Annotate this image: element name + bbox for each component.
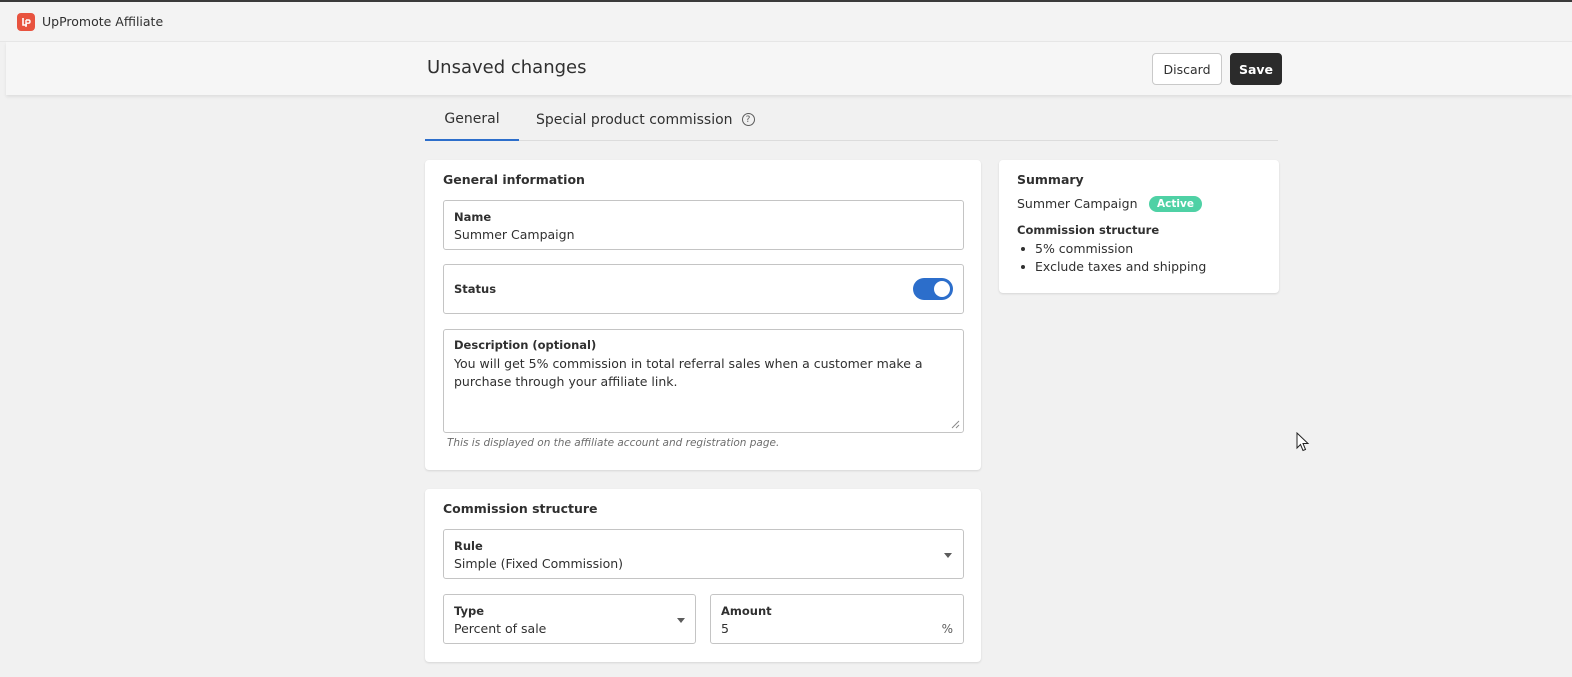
type-select[interactable]: Type Percent of sale: [443, 594, 696, 644]
app-header: UpPromote Affiliate: [0, 2, 1572, 42]
general-information-title: General information: [443, 172, 585, 187]
tab-special-product-commission[interactable]: Special product commission ?: [536, 98, 755, 141]
rule-value: Simple (Fixed Commission): [454, 556, 624, 571]
status-toggle[interactable]: [913, 278, 953, 300]
amount-field[interactable]: Amount 5 %: [710, 594, 964, 644]
description-help-text: This is displayed on the affiliate accou…: [447, 437, 780, 449]
app-name: UpPromote Affiliate: [42, 14, 164, 29]
unsaved-changes-title: Unsaved changes: [427, 57, 587, 78]
type-value: Percent of sale: [454, 621, 547, 636]
status-badge: Active: [1149, 196, 1202, 212]
description-field[interactable]: Description (optional) You will get 5% c…: [443, 329, 964, 433]
resize-handle-icon[interactable]: [950, 419, 960, 429]
description-label: Description (optional): [454, 338, 597, 352]
summary-campaign-name: Summer Campaign: [1017, 196, 1138, 211]
summary-title: Summary: [1017, 172, 1084, 187]
contextual-save-bar: Unsaved changes Discard Save: [6, 42, 1572, 95]
discard-button[interactable]: Discard: [1152, 53, 1222, 85]
amount-input[interactable]: 5: [721, 621, 729, 636]
list-item: Exclude taxes and shipping: [1017, 258, 1206, 276]
summary-list: 5% commission Exclude taxes and shipping: [1017, 240, 1206, 276]
rule-label: Rule: [454, 539, 483, 553]
commission-structure-card: Commission structure Rule Simple (Fixed …: [425, 489, 981, 662]
list-item: 5% commission: [1017, 240, 1206, 258]
rule-select[interactable]: Rule Simple (Fixed Commission): [443, 529, 964, 579]
tab-bar: General Special product commission ?: [425, 98, 1278, 141]
type-label: Type: [454, 604, 485, 618]
amount-label: Amount: [721, 604, 772, 618]
name-label: Name: [454, 210, 492, 224]
summary-structure-title: Commission structure: [1017, 223, 1160, 237]
help-icon[interactable]: ?: [741, 113, 755, 126]
toggle-knob: [934, 281, 950, 297]
chevron-down-icon: [944, 553, 952, 558]
summary-card: Summary Summer Campaign Active Commissio…: [999, 160, 1279, 293]
name-field[interactable]: Name Summer Campaign: [443, 200, 964, 250]
description-textarea[interactable]: You will get 5% commission in total refe…: [454, 355, 944, 391]
percent-suffix: %: [941, 622, 953, 636]
name-input[interactable]: Summer Campaign: [454, 227, 575, 242]
status-label: Status: [454, 282, 497, 296]
general-information-card: General information Name Summer Campaign…: [425, 160, 981, 470]
tab-general-label: General: [444, 110, 500, 127]
chevron-down-icon: [677, 618, 685, 623]
commission-structure-title: Commission structure: [443, 501, 598, 516]
mouse-cursor-icon: [1296, 432, 1310, 452]
uppromote-logo-icon: [17, 12, 35, 31]
tab-special-label: Special product commission: [536, 111, 733, 128]
tab-general[interactable]: General: [425, 98, 519, 141]
save-button[interactable]: Save: [1230, 53, 1282, 85]
status-field: Status: [443, 264, 964, 314]
